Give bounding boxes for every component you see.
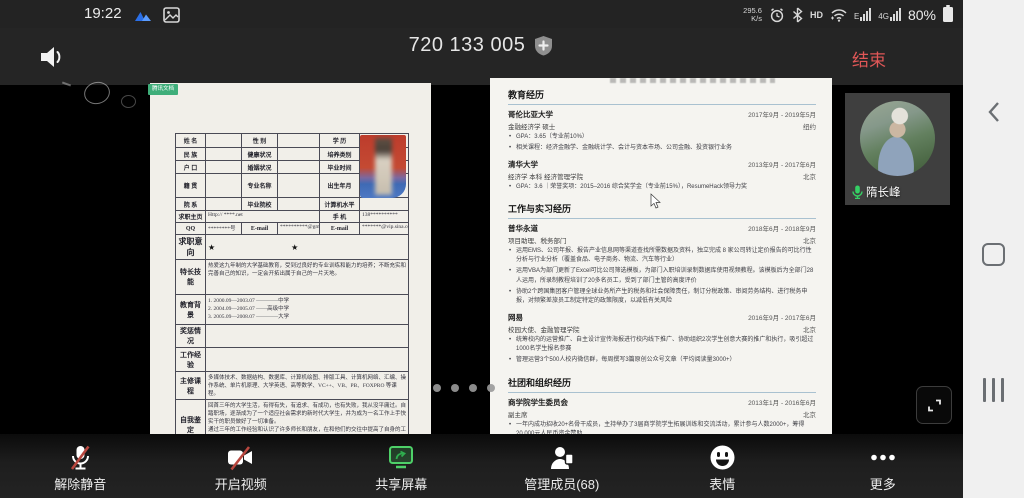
manage-members-button[interactable]: 管理成员(68) — [482, 440, 643, 493]
share-screen-button[interactable]: 共享屏幕 — [321, 440, 482, 493]
entry-subtitle: 金融经济学 硕士 — [508, 121, 555, 131]
hd-voice-indicator: HD — [810, 10, 823, 20]
sim2-signal: 4G — [878, 8, 901, 21]
resume-section-title: 教育经历 — [508, 88, 816, 105]
entry-name: 网易 — [508, 312, 523, 323]
android-nav-bar — [963, 0, 1024, 498]
cut-off-text-line — [610, 78, 775, 83]
entry-subtitle: 经济学 本科 经济管理学院 — [508, 171, 583, 181]
bluetooth-icon — [792, 7, 803, 23]
battery-percent: 80% — [908, 7, 936, 23]
shared-doc-left-form: 腾讯文档 姓 名性 别学 历 民 族健康状况培养类别 户 口婚姻状况毕业时间 籍… — [150, 83, 431, 434]
mic-active-icon — [852, 185, 863, 199]
entry-bullets: 一年内成功招收20+名骨干成员，主持举办了3届商学院学生拓展训练和交流活动，累计… — [508, 421, 816, 434]
status-time: 19:22 — [84, 5, 122, 22]
meeting-app-notification-icon — [134, 7, 153, 23]
bullet: GPA：3.6 ｜荣誉奖项：2015–2016 综合奖学金（专业前15%），Re… — [508, 183, 816, 192]
screenshot-image-icon — [163, 7, 180, 23]
mic-muted-icon — [67, 444, 94, 471]
status-bar: 19:22 295.6 K/s — [0, 0, 963, 28]
entry-bullets: GPA：3.6 ｜荣誉奖项：2015–2016 综合奖学金（专业前15%），Re… — [508, 183, 816, 192]
bullet: 管理运营3个500人校内微信群，每周撰写3篇原创公众号文章（平均阅读量3000+… — [508, 356, 816, 365]
camera-off-icon — [226, 444, 255, 471]
wifi-icon — [830, 7, 847, 22]
entry-name: 清华大学 — [508, 159, 538, 170]
meeting-app-screen: 19:22 295.6 K/s — [0, 0, 1024, 498]
sim1-signal: E — [854, 8, 871, 21]
more-dots-icon — [868, 444, 898, 471]
screen-share-icon — [387, 444, 415, 471]
smiley-icon — [709, 444, 736, 471]
entry-name: 哥伦比亚大学 — [508, 109, 553, 120]
network-speed: 295.6 K/s — [743, 7, 762, 23]
meeting-id-row[interactable]: 720 133 005 — [409, 34, 555, 57]
entry-date: 2018年6月 - 2018年9月 — [748, 223, 816, 233]
entry-subtitle: 校园大使、金融管理学院 — [508, 324, 580, 334]
rotate-corners-icon — [926, 397, 943, 414]
resume-entry: 商学院学生委员会 2013年1月 - 2016年6月 副主席 北京 一年内成功招收2… — [508, 397, 816, 434]
entry-date: 2017年9月 - 2019年5月 — [748, 109, 816, 119]
rotate-screen-button[interactable] — [916, 386, 952, 424]
doc-source-badge: 腾讯文档 — [148, 84, 178, 95]
bullet: 一年内成功招收20+名骨干成员，主持举办了3届商学院学生拓展训练和交流活动，累计… — [508, 421, 816, 434]
shared-doc-right-resume: 教育经历 哥伦比亚大学 2017年9月 - 2019年5月 金融经济学 硕士 纽约 … — [490, 78, 832, 434]
entry-subtitle: 副主席 — [508, 409, 528, 419]
mouse-cursor — [650, 193, 661, 209]
start-video-button[interactable]: 开启视频 — [161, 440, 322, 493]
entry-city: 北京 — [803, 409, 816, 419]
bullet: 统筹校内的运营推广、自主设计宣传海报进行校内线下推广、协助组织2次学生创意大赛的… — [508, 336, 816, 355]
shared-screen-view[interactable]: 腾讯文档 姓 名性 别学 历 民 族健康状况培养类别 户 口婚姻状况毕业时间 籍… — [0, 85, 963, 434]
bullet: GPA：3.65（专业前10%） — [508, 133, 816, 142]
meeting-id: 720 133 005 — [409, 34, 526, 57]
entry-name: 普华永道 — [508, 223, 538, 234]
entry-date: 2013年9月 - 2017年6月 — [748, 159, 816, 169]
shield-plus-icon — [533, 35, 554, 56]
nav-back-button[interactable] — [963, 100, 1024, 124]
entry-city: 北京 — [803, 171, 816, 181]
entry-name: 商学院学生委员会 — [508, 397, 568, 408]
emoji-button[interactable]: 表情 — [642, 440, 803, 493]
resume-entry: 网易 2016年9月 - 2017年6月 校园大使、金融管理学院 北京 统筹校内的运… — [508, 312, 816, 366]
entry-bullets: 运用EMS、公司年报、报告产业信息网等渠道查找所需数据及资料，独立完成 8 家公… — [508, 247, 816, 307]
resume-section-title: 社团和组织经历 — [508, 376, 816, 393]
id-photo-placeholder — [360, 135, 406, 198]
nav-home-button[interactable] — [963, 243, 1024, 266]
battery-icon — [943, 7, 953, 22]
entry-city: 纽约 — [803, 121, 816, 131]
entry-bullets: GPA：3.65（专业前10%） 相关课程：经济金融学、金融统计学、会计与资本市场… — [508, 133, 816, 154]
members-icon — [548, 444, 576, 471]
resume-entry: 普华永道 2018年6月 - 2018年9月 项目助理、税务部门 北京 运用EMS、… — [508, 223, 816, 307]
meeting-toolbar: 解除静音 开启视频 共享屏幕 — [0, 434, 963, 498]
end-meeting-button[interactable]: 结束 — [852, 46, 886, 71]
nav-recents-button[interactable] — [963, 378, 1024, 402]
bullet: 协助2个跨国集团客户管理全球业务所产生的税务和社会保障责任，制订分税政策、审阅劳… — [508, 288, 816, 307]
bullet: 运用VBA为部门更新了Excel可比公司筛选模板，为部门入职培训录制数据库使用视… — [508, 267, 816, 286]
resume-entry: 哥伦比亚大学 2017年9月 - 2019年5月 金融经济学 硕士 纽约 GPA：3… — [508, 109, 816, 154]
entry-subtitle: 项目助理、税务部门 — [508, 235, 567, 245]
scribble-mark — [121, 95, 136, 108]
entry-city: 北京 — [803, 324, 816, 334]
participant-video-tile[interactable]: 隋长峰 — [845, 93, 950, 205]
unmute-button[interactable]: 解除静音 — [0, 440, 161, 493]
entry-date: 2013年1月 - 2016年6月 — [748, 397, 816, 407]
bullet: 相关课程：经济金融学、金融统计学、会计与资本市场、公司金融、投资银行业务 — [508, 144, 816, 153]
more-button[interactable]: 更多 — [803, 440, 964, 493]
entry-bullets: 统筹校内的运营推广、自主设计宣传海报进行校内线下推广、协助组织2次学生创意大赛的… — [508, 336, 816, 366]
resume-section-title: 工作与实习经历 — [508, 202, 816, 219]
bullet: 运用EMS、公司年报、报告产业信息网等渠道查找所需数据及资料，独立完成 8 家公… — [508, 247, 816, 266]
entry-city: 北京 — [803, 235, 816, 245]
resume-entry: 清华大学 2013年9月 - 2017年6月 经济学 本科 经济管理学院 北京 GP… — [508, 159, 816, 192]
entry-date: 2016年9月 - 2017年6月 — [748, 312, 816, 322]
alarm-clock-icon — [769, 7, 785, 23]
page-indicator-dots — [433, 384, 495, 392]
status-icons-cluster: 295.6 K/s HD — [743, 3, 953, 26]
participant-name: 隋长峰 — [866, 184, 901, 200]
meeting-header: 19:22 295.6 K/s — [0, 0, 963, 85]
participant-avatar — [860, 101, 935, 176]
